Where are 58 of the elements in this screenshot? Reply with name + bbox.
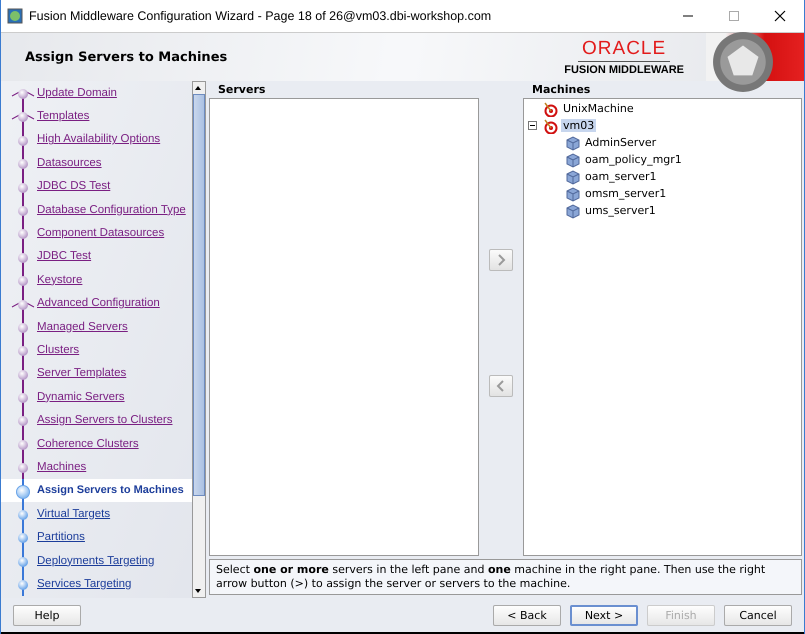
assign-button[interactable] (489, 249, 513, 271)
tree-item[interactable]: ums_server1 (583, 204, 658, 217)
step-link[interactable]: Templates (37, 110, 90, 122)
step-link[interactable]: Update Domain (37, 86, 117, 99)
server-cube-icon (565, 186, 581, 202)
step-link[interactable]: Component Datasources (37, 227, 164, 240)
window-title: Fusion Middleware Configuration Wizard - Page 18 of 26@vm03.dbi-workshop.com (29, 9, 492, 23)
step-link[interactable]: Keystore (37, 274, 82, 286)
product-name: FUSION MIDDLEWARE (564, 64, 684, 76)
step-link[interactable]: Managed Servers (37, 320, 128, 333)
unassign-button[interactable] (489, 375, 513, 397)
instructions-text: Select one or more servers in the left pane and one machine in the right pane. Then use the right arrow button (>) to assign the server or servers to the machine. (216, 563, 766, 590)
target-icon (543, 118, 559, 134)
target-icon (543, 100, 559, 116)
left-chevron-icon (496, 380, 506, 392)
pane-heading: Servers (217, 83, 266, 98)
dialog-button[interactable]: < Back (493, 604, 561, 626)
step-link[interactable]: JDBC DS Test (37, 180, 110, 192)
collapse-toggle-icon[interactable] (528, 121, 537, 130)
step-link[interactable]: Assign Servers to Clusters (37, 414, 172, 426)
server-cube-icon (565, 202, 581, 218)
server-cube-icon (565, 152, 581, 168)
dialog-button[interactable]: Cancel (724, 604, 792, 626)
dialog-button: Finish (647, 604, 715, 626)
server-cube-icon (565, 168, 581, 184)
step-link[interactable]: Clusters (37, 344, 80, 356)
step-link[interactable]: JDBC Test (37, 250, 92, 262)
tree-item[interactable]: AdminServer (583, 136, 658, 149)
step-link[interactable]: Coherence Clusters (37, 438, 139, 450)
scrollbar[interactable] (192, 81, 206, 598)
oracle-logo: ORACLE (578, 38, 670, 62)
tree-item[interactable]: oam_server1 (583, 170, 659, 183)
step-link[interactable]: Database Configuration Type (37, 204, 186, 216)
step-link[interactable]: Advanced Configuration (37, 297, 160, 310)
scroll-thumb[interactable] (193, 94, 205, 496)
maximize-icon[interactable] (728, 10, 740, 22)
dialog-button[interactable]: Next > (570, 604, 638, 626)
close-icon[interactable] (774, 10, 786, 22)
step-link[interactable]: High Availability Options (37, 133, 160, 146)
step-link[interactable]: Virtual Targets (37, 508, 110, 520)
tree-item[interactable]: vm03 (561, 119, 596, 132)
step-link[interactable]: Dynamic Servers (37, 390, 125, 403)
step-link[interactable]: Partitions (37, 531, 85, 544)
pentagon-emblem-icon (712, 31, 774, 93)
page-title: Assign Servers to Machines (25, 50, 228, 64)
step-link[interactable]: Services Targeting (37, 578, 132, 590)
step-link[interactable]: Server Templates (37, 367, 126, 380)
tree-item[interactable]: omsm_server1 (583, 187, 668, 200)
tree-item[interactable]: oam_policy_mgr1 (583, 153, 684, 166)
step-link[interactable]: Deployments Targeting (37, 554, 154, 566)
pane-heading: Machines (531, 83, 592, 98)
step-link[interactable]: Datasources (37, 156, 102, 169)
tree-item[interactable]: UnixMachine (561, 102, 636, 115)
app-icon (7, 8, 23, 24)
dialog-button[interactable]: Help (13, 604, 81, 626)
step-link[interactable]: Machines (37, 460, 86, 473)
right-chevron-icon (496, 254, 506, 266)
server-cube-icon (565, 134, 581, 150)
